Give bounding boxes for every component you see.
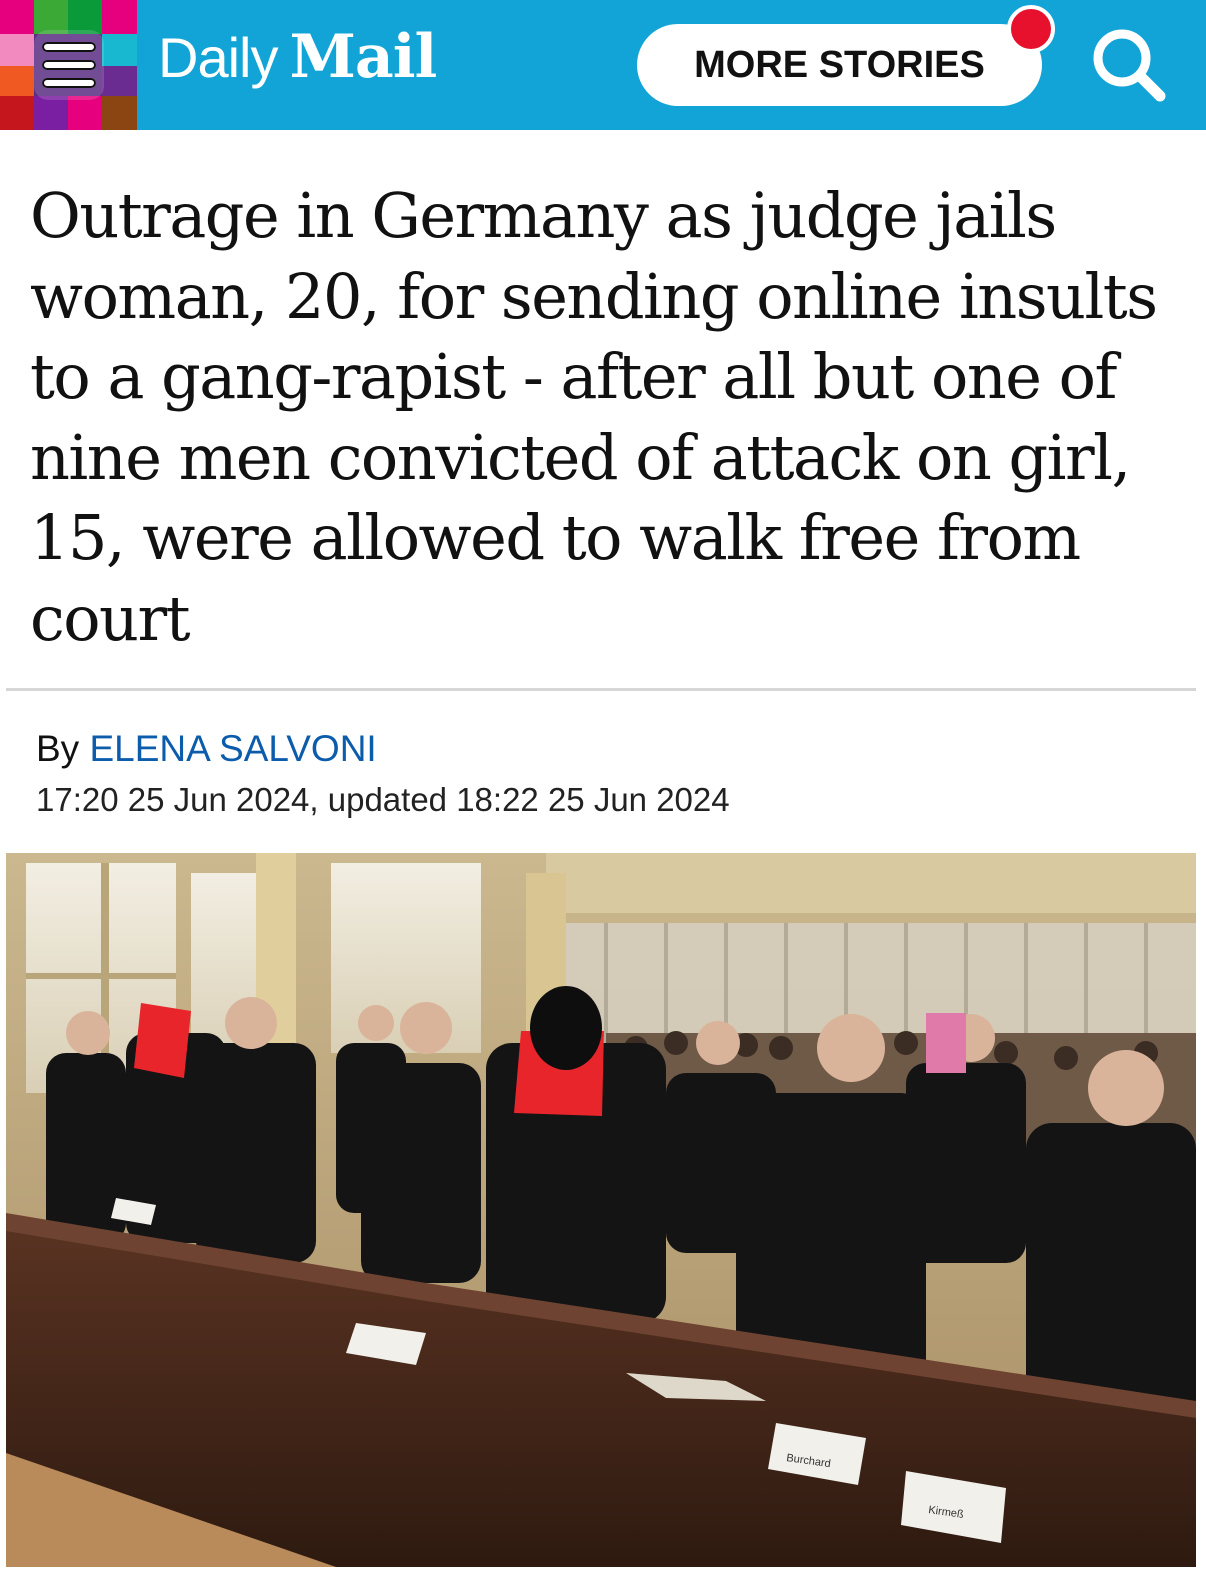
daily-mail-logo[interactable]: Daily Mail [158,22,437,102]
notification-dot [1007,5,1055,53]
logo-tile [102,96,137,130]
by-label: By [36,728,80,769]
menu-button[interactable] [0,0,137,130]
logo-tile [102,0,137,34]
more-stories-button[interactable]: MORE STORIES [637,24,1042,106]
logo-tile [0,34,34,66]
hamburger-menu-icon[interactable] [34,30,104,100]
search-icon [1093,29,1166,102]
logo-tile [0,0,34,34]
site-header: Daily Mail MORE STORIES [0,0,1206,130]
logo-tile [0,66,34,96]
logo-tile [0,96,34,130]
logo-daily-text: Daily [158,26,278,89]
logo-tile [102,34,137,66]
divider [6,688,1196,691]
logo-tile [68,0,102,34]
logo-tile [102,66,137,96]
logo-mail-text: Mail [289,22,437,92]
byline: By ELENA SALVONI [36,728,377,770]
author-link[interactable]: ELENA SALVONI [89,728,376,769]
article-photo[interactable]: Burchard Kirmeß [6,853,1196,1567]
courtroom-image: Burchard Kirmeß [6,853,1196,1567]
search-button[interactable] [1086,22,1170,106]
logo-tile [68,96,102,130]
logo-tile [34,0,68,34]
logo-tile [34,96,68,130]
article-dateline: 17:20 25 Jun 2024, updated 18:22 25 Jun … [36,781,730,818]
article-headline: Outrage in Germany as judge jails woman,… [30,179,1158,655]
